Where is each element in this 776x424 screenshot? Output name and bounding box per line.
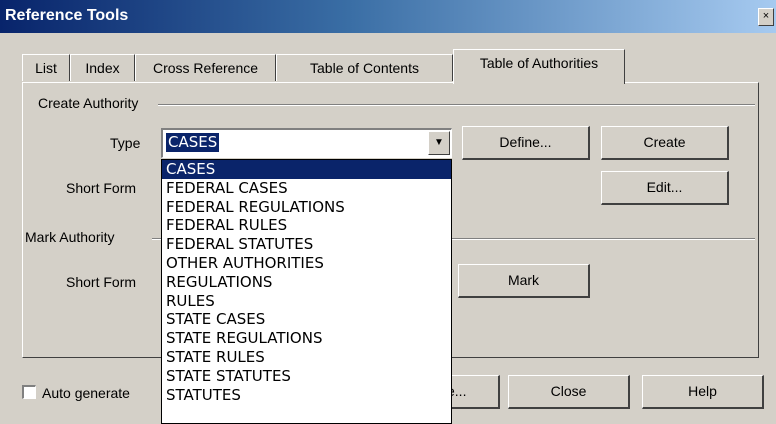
create-authority-divider xyxy=(158,104,755,106)
dropdown-option[interactable]: FEDERAL STATUTES xyxy=(162,235,451,254)
dropdown-option[interactable]: OTHER AUTHORITIES xyxy=(162,254,451,273)
create-authority-label: Create Authority xyxy=(38,95,141,111)
dropdown-option[interactable]: CASES xyxy=(162,160,451,179)
type-combobox[interactable]: CASES ▼ xyxy=(161,128,452,158)
type-label: Type xyxy=(110,135,141,151)
tab-table-of-authorities[interactable]: Table of Authorities xyxy=(453,49,625,84)
create-short-form-label: Short Form xyxy=(66,180,137,196)
dropdown-option[interactable]: REGULATIONS xyxy=(162,273,451,292)
edit-button[interactable]: Edit... xyxy=(601,171,729,205)
dropdown-option[interactable]: RULES xyxy=(162,292,451,311)
create-button[interactable]: Create xyxy=(601,126,729,160)
tab-cross-reference[interactable]: Cross Reference xyxy=(135,54,276,81)
mark-short-form-label: Short Form xyxy=(66,274,137,290)
title-bar: Reference Tools × xyxy=(0,0,776,33)
auto-generate-checkbox[interactable] xyxy=(22,385,36,399)
dropdown-option[interactable]: STATE REGULATIONS xyxy=(162,329,451,348)
close-button[interactable]: Close xyxy=(508,375,630,409)
type-combobox-value: CASES xyxy=(166,133,220,152)
dropdown-option[interactable]: FEDERAL CASES xyxy=(162,179,451,198)
dropdown-option[interactable]: FEDERAL RULES xyxy=(162,216,451,235)
dropdown-option[interactable]: STATE STATUTES xyxy=(162,367,451,386)
auto-generate-label: Auto generate xyxy=(42,385,130,401)
dropdown-option[interactable]: STATE CASES xyxy=(162,310,451,329)
type-dropdown-list[interactable]: CASES FEDERAL CASES FEDERAL REGULATIONS … xyxy=(161,159,452,424)
close-icon[interactable]: × xyxy=(758,8,774,26)
chevron-down-icon[interactable]: ▼ xyxy=(428,131,450,155)
mark-button[interactable]: Mark xyxy=(458,264,590,298)
tab-list[interactable]: List xyxy=(22,54,70,81)
window-title: Reference Tools xyxy=(5,7,129,24)
dropdown-option[interactable]: STATE RULES xyxy=(162,348,451,367)
help-button[interactable]: Help xyxy=(642,375,764,409)
mark-authority-label: Mark Authority xyxy=(25,229,117,245)
tab-index[interactable]: Index xyxy=(70,54,135,81)
dropdown-option[interactable]: STATUTES xyxy=(162,386,451,405)
dropdown-option[interactable]: FEDERAL REGULATIONS xyxy=(162,198,451,217)
define-button[interactable]: Define... xyxy=(462,126,590,160)
tab-table-of-contents[interactable]: Table of Contents xyxy=(276,54,453,81)
